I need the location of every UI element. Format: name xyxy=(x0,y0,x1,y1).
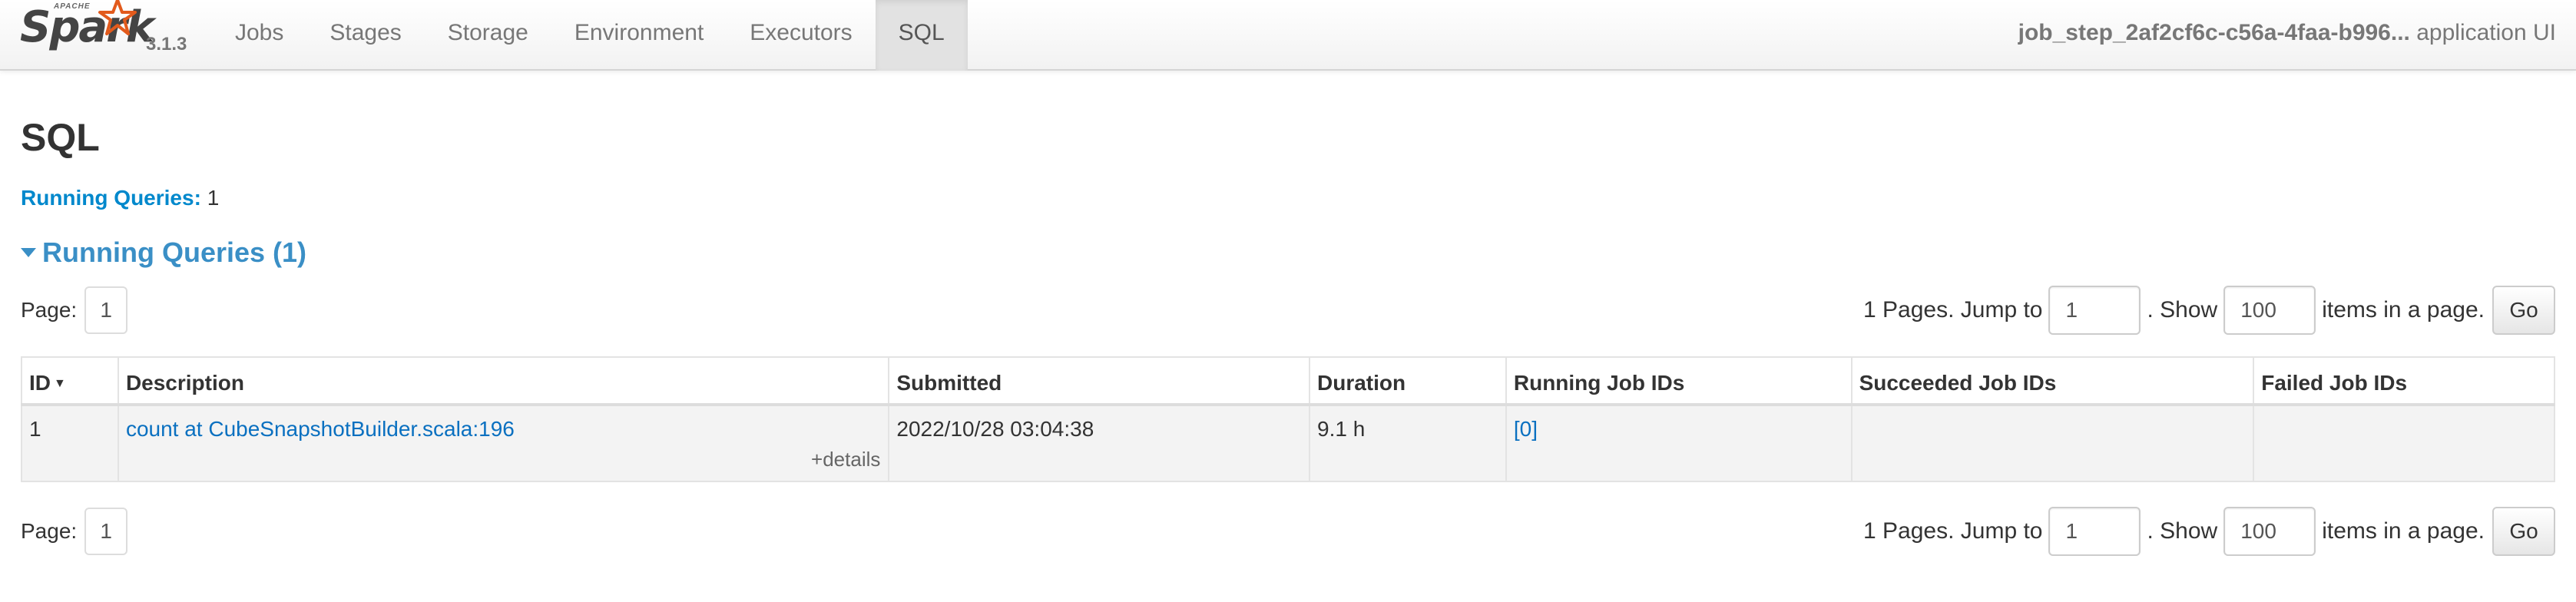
app-name: job_step_2af2cf6c-c56a-4faa-b996... xyxy=(2018,20,2410,45)
page-title: SQL xyxy=(21,116,100,159)
cell-duration: 9.1 h xyxy=(1309,404,1507,482)
query-description-link[interactable]: count at CubeSnapshotBuilder.scala:196 xyxy=(126,417,515,441)
go-button[interactable]: Go xyxy=(2492,286,2555,335)
section-title: Running Queries (1) xyxy=(42,237,307,268)
cell-succeeded-job-ids xyxy=(1850,404,2255,482)
tab-jobs[interactable]: Jobs xyxy=(212,0,306,71)
cell-failed-job-ids xyxy=(2253,404,2555,482)
tab-environment[interactable]: Environment xyxy=(551,0,727,71)
tab-stages[interactable]: Stages xyxy=(306,0,424,71)
column-header-running-job-ids[interactable]: Running Job IDs xyxy=(1505,356,1853,406)
page-form-bottom: 1 Pages. Jump to . Show items in a page.… xyxy=(1863,507,2555,556)
table-row: 1 count at CubeSnapshotBuilder.scala:196… xyxy=(21,404,2555,482)
pages-jump-text-bottom: 1 Pages. Jump to xyxy=(1863,518,2043,544)
jump-to-page-input[interactable] xyxy=(2048,286,2141,335)
items-per-page-text: items in a page. xyxy=(2322,297,2485,322)
nav-tabs: Jobs Stages Storage Environment Executor… xyxy=(212,0,968,71)
column-header-failed-job-ids[interactable]: Failed Job IDs xyxy=(2253,356,2555,406)
cell-running-job-ids: [0] xyxy=(1505,404,1853,482)
details-toggle[interactable]: +details xyxy=(811,448,880,471)
running-queries-section-toggle[interactable]: Running Queries (1) xyxy=(21,237,306,269)
running-queries-summary-link[interactable]: Running Queries: xyxy=(21,186,201,210)
running-queries-summary: Running Queries: 1 xyxy=(21,186,219,210)
page-form: 1 Pages. Jump to . Show items in a page.… xyxy=(1863,286,2555,335)
items-per-page-text-bottom: items in a page. xyxy=(2322,518,2485,544)
page-label-bottom: Page: xyxy=(21,519,78,543)
tab-executors[interactable]: Executors xyxy=(727,0,875,71)
page-nav-bottom: Page: 1 xyxy=(21,507,128,556)
application-info: job_step_2af2cf6c-c56a-4faa-b996... appl… xyxy=(2018,0,2556,66)
page-nav: Page: 1 xyxy=(21,286,128,335)
cell-description: count at CubeSnapshotBuilder.scala:196 +… xyxy=(117,404,890,482)
page-label: Page: xyxy=(21,298,78,322)
table-header-row: ID ▼ Description Submitted Duration Runni… xyxy=(21,356,2555,406)
running-queries-table: ID ▼ Description Submitted Duration Runni… xyxy=(21,356,2555,482)
app-suffix: application UI xyxy=(2416,20,2556,45)
tab-sql[interactable]: SQL xyxy=(875,0,968,71)
running-job-link[interactable]: [0] xyxy=(1514,417,1538,441)
column-header-id-label: ID xyxy=(29,370,51,395)
pages-jump-text: 1 Pages. Jump to xyxy=(1863,297,2043,322)
spark-version: 3.1.3 xyxy=(146,34,187,55)
page-number-button-bottom[interactable]: 1 xyxy=(84,508,128,555)
column-header-id[interactable]: ID ▼ xyxy=(21,356,119,406)
collapse-arrow-icon xyxy=(21,248,36,258)
cell-id: 1 xyxy=(21,404,119,482)
page-size-input[interactable] xyxy=(2223,286,2316,335)
show-text-bottom: . Show xyxy=(2147,518,2218,544)
top-navbar: APACHE Spark 3.1.3 Jobs Stages Storage E… xyxy=(0,0,2576,71)
sort-desc-icon: ▼ xyxy=(54,377,66,391)
running-queries-count: 1 xyxy=(207,186,220,210)
column-header-submitted[interactable]: Submitted xyxy=(888,356,1310,406)
page-number-button[interactable]: 1 xyxy=(84,286,128,334)
page-size-input-bottom[interactable] xyxy=(2223,507,2316,556)
jump-to-page-input-bottom[interactable] xyxy=(2048,507,2141,556)
pagination-bottom: Page: 1 1 Pages. Jump to . Show items in… xyxy=(21,507,2555,556)
tab-storage[interactable]: Storage xyxy=(425,0,551,71)
cell-submitted: 2022/10/28 03:04:38 xyxy=(888,404,1310,482)
go-button-bottom[interactable]: Go xyxy=(2492,507,2555,556)
column-header-succeeded-job-ids[interactable]: Succeeded Job IDs xyxy=(1850,356,2255,406)
spark-logo[interactable]: APACHE Spark 3.1.3 xyxy=(18,0,195,71)
column-header-description[interactable]: Description xyxy=(117,356,890,406)
spark-star-icon xyxy=(98,0,137,35)
column-header-duration[interactable]: Duration xyxy=(1309,356,1507,406)
pagination-top: Page: 1 1 Pages. Jump to . Show items in… xyxy=(21,286,2555,335)
show-text: . Show xyxy=(2147,297,2218,322)
